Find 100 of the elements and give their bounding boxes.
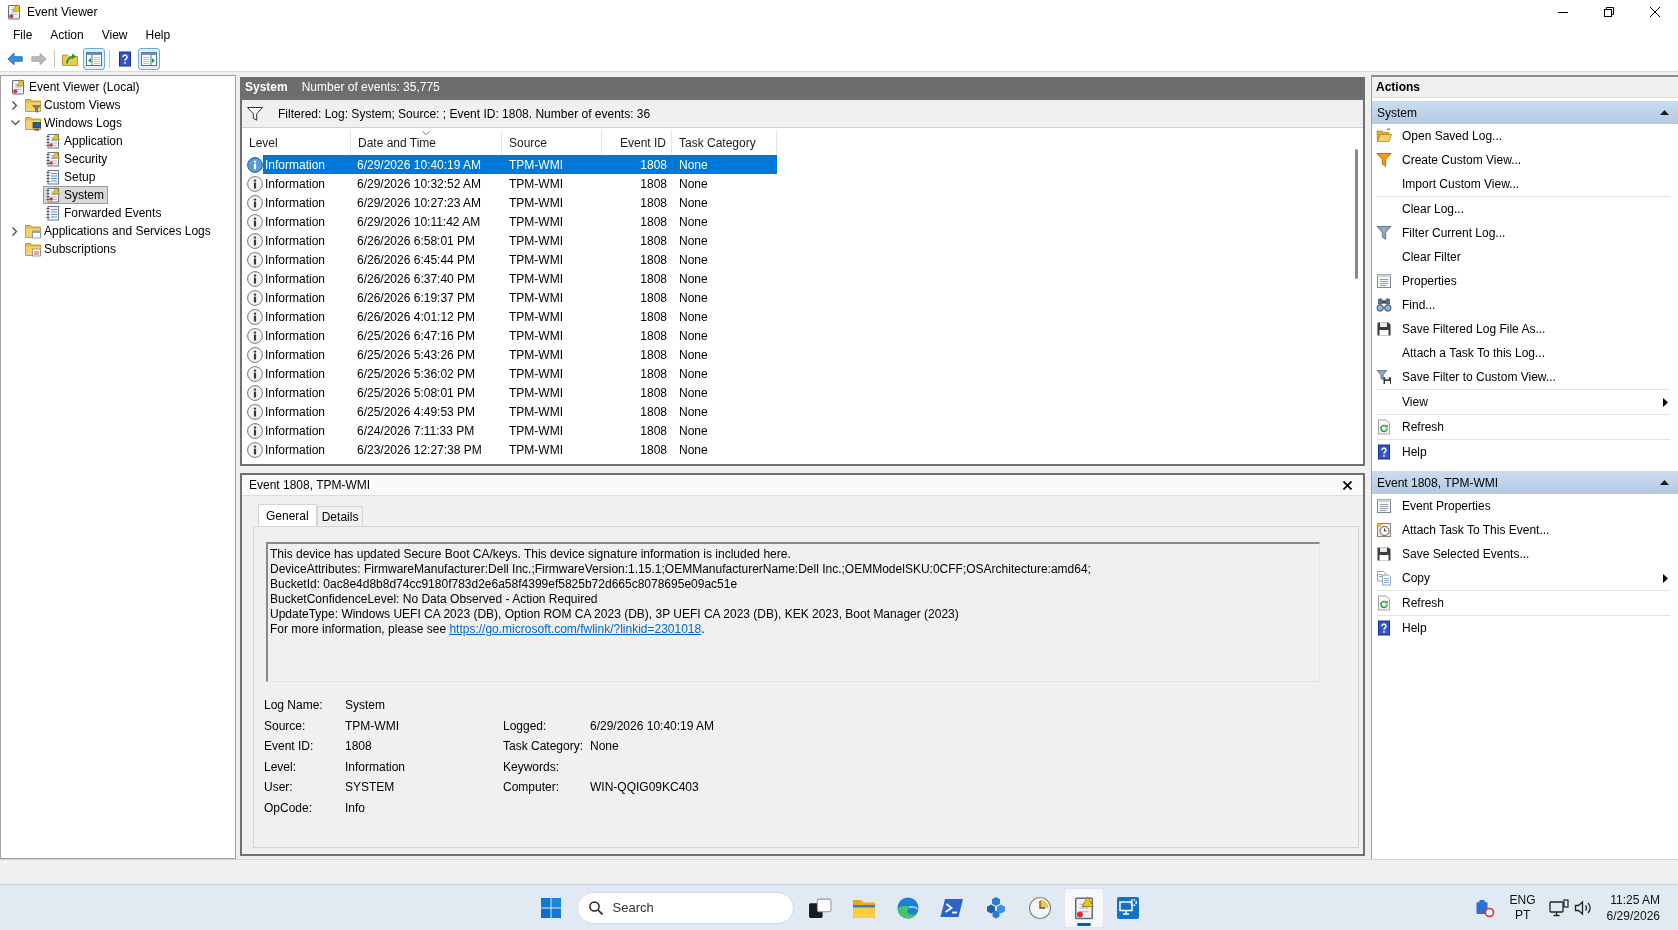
- binoculars-icon: [1376, 297, 1392, 313]
- tree-item[interactable]: Custom Views: [23, 96, 125, 114]
- menu-item[interactable]: Action: [41, 26, 93, 44]
- command-item[interactable]: Save Selected Events...: [1372, 542, 1678, 566]
- tree-item[interactable]: Application: [43, 132, 127, 150]
- event-title: Event 1808, TPM-WMI: [249, 478, 372, 492]
- command-item[interactable]: Save Filtered Log File As...: [1372, 317, 1678, 341]
- speaker-icon[interactable]: [1573, 898, 1592, 917]
- info-icon: [247, 289, 263, 306]
- info-icon: [247, 232, 263, 249]
- command-item[interactable]: Attach Task To This Event...: [1372, 518, 1678, 542]
- console-tree-button[interactable]: [83, 47, 105, 70]
- command-item[interactable]: Save Filter to Custom View...: [1372, 365, 1678, 389]
- refresh-icon: [1376, 595, 1392, 611]
- table-cell-text: 1808: [639, 308, 668, 326]
- field-value: Info: [345, 800, 366, 815]
- table-cell-text: Information: [264, 327, 327, 345]
- command-item[interactable]: Open Saved Log...: [1372, 124, 1678, 148]
- command-item[interactable]: Event Properties: [1372, 494, 1678, 518]
- tree-item[interactable]: Windows Logs: [23, 114, 127, 132]
- command-item[interactable]: Clear Log...: [1372, 197, 1678, 221]
- table-cell-text: 6/26/2026 6:37:40 PM: [356, 270, 477, 288]
- tree-item[interactable]: Security: [43, 150, 112, 168]
- command-item[interactable]: Filter Current Log...: [1372, 221, 1678, 245]
- tree-item[interactable]: Subscriptions: [23, 240, 121, 258]
- clock-button[interactable]: 11:25 AM 6/29/2026: [1606, 891, 1660, 924]
- section-header[interactable]: Event 1808, TPM-WMI: [1372, 471, 1678, 494]
- table-cell-text: TPM-WMI: [508, 213, 564, 231]
- triangle-up-icon[interactable]: [1660, 110, 1669, 115]
- help-icon: [1376, 444, 1392, 460]
- filter-description: Filtered: Log: System; Source: ; Event ID: 1808. Number of events: 36: [278, 106, 651, 121]
- info-icon: [247, 441, 263, 458]
- table-cell-text: 6/25/2026 4:49:53 PM: [356, 403, 477, 421]
- table-cell-text: None: [678, 232, 709, 250]
- window-title: Event Viewer: [27, 5, 98, 19]
- command-item[interactable]: Import Custom View...: [1372, 172, 1678, 196]
- folder-open-icon: [1376, 128, 1392, 144]
- command-item[interactable]: Copy: [1372, 566, 1678, 590]
- table-cell-text: TPM-WMI: [508, 422, 564, 440]
- command-item[interactable]: Refresh: [1372, 591, 1678, 615]
- close-icon: [1343, 480, 1352, 490]
- command-item[interactable]: Help: [1372, 616, 1678, 640]
- chevron-right-icon[interactable]: [12, 100, 18, 110]
- tab[interactable]: Details: [316, 506, 364, 526]
- command-item[interactable]: Attach a Task To this Log...: [1372, 341, 1678, 365]
- table-cell-text: 1808: [639, 251, 668, 269]
- command-item[interactable]: Help: [1372, 440, 1678, 464]
- field-value: None: [590, 739, 620, 754]
- language-indicator[interactable]: ENG PT: [1509, 892, 1536, 923]
- tree-item[interactable]: System: [43, 186, 108, 204]
- message-text: BucketId: 0ac8e4d8b8d74cc9180f783d2e6a58f4399ef5825b72d665c8078695e09ac51e: [270, 577, 739, 592]
- tree-item[interactable]: Applications and Services Logs: [23, 222, 215, 240]
- table-cell-text: 1808: [639, 384, 668, 402]
- info-icon: [247, 384, 263, 401]
- table-cell-text: Information: [264, 365, 327, 383]
- right-pane-icon: [141, 50, 157, 67]
- tree-item[interactable]: Event Viewer (Local): [8, 78, 144, 96]
- event-log-icon: [6, 4, 22, 20]
- restore-icon: [1604, 7, 1614, 17]
- command-item[interactable]: Properties: [1372, 269, 1678, 293]
- network-icon[interactable]: [1548, 898, 1569, 917]
- info-icon: [247, 251, 263, 268]
- table-cell-text: Information: [264, 422, 327, 440]
- funnel-icon: [1376, 152, 1392, 168]
- minimize-icon: [1558, 11, 1568, 13]
- message-text: UpdateType: Windows UEFI CA 2023 (DB), Option ROM CA 2023 (DB), 3P UEFI CA 2023 (DB), KEK 2023, Boot Manager (2023): [270, 607, 960, 622]
- device-badge-icon[interactable]: [1474, 897, 1495, 918]
- tree-item[interactable]: Setup: [43, 168, 100, 186]
- info-icon: [247, 156, 263, 173]
- command-item[interactable]: Find...: [1372, 293, 1678, 317]
- command-item[interactable]: Clear Filter: [1372, 245, 1678, 269]
- chevron-right-icon[interactable]: [12, 226, 18, 236]
- table-cell-text: None: [678, 422, 709, 440]
- section-header[interactable]: System: [1372, 101, 1678, 124]
- menu-item[interactable]: Help: [136, 26, 180, 44]
- table-cell-text: Information: [264, 270, 327, 288]
- action-pane-button[interactable]: [138, 47, 160, 70]
- table-cell-text: 1808: [639, 422, 668, 440]
- log-icon: [45, 169, 61, 185]
- tree-item[interactable]: Forwarded Events: [43, 204, 166, 222]
- table-cell: 1808: [602, 155, 672, 174]
- close-button[interactable]: [1341, 478, 1354, 492]
- triangle-up-icon[interactable]: [1660, 480, 1669, 485]
- tab[interactable]: General: [258, 504, 317, 526]
- table-cell-text: None: [678, 403, 709, 421]
- command-item[interactable]: Create Custom View...: [1372, 148, 1678, 172]
- chevron-down-icon[interactable]: [10, 120, 20, 126]
- info-icon: [247, 194, 263, 211]
- scrollbar-thumb[interactable]: [1354, 149, 1358, 279]
- funnel-disk-icon: [1376, 369, 1392, 385]
- message-text: For more information, please see https://go.microsoft.com/fwlink/?linkid=2301018.: [270, 622, 706, 637]
- search-field[interactable]: Search: [576, 891, 794, 924]
- command-item[interactable]: View: [1372, 390, 1678, 414]
- table-cell-text: 6/29/2026 10:11:42 AM: [356, 213, 482, 231]
- table-cell-text: 6/26/2026 6:45:44 PM: [356, 251, 477, 269]
- menu-item[interactable]: File: [4, 26, 42, 44]
- command-item[interactable]: Refresh: [1372, 415, 1678, 439]
- info-icon: [247, 308, 263, 325]
- table-cell-text: None: [678, 251, 709, 269]
- menu-item[interactable]: View: [92, 26, 137, 44]
